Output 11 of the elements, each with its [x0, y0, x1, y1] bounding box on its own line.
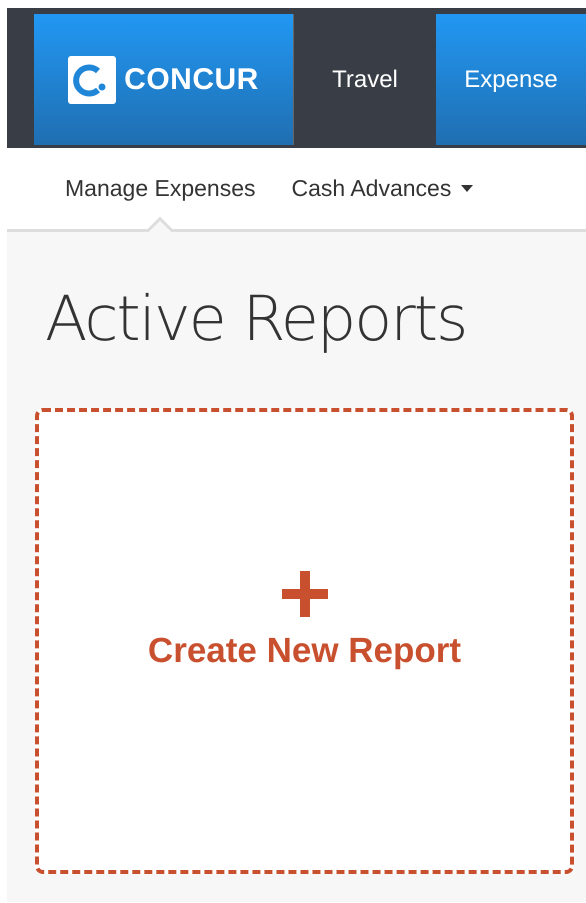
- plus-icon: [282, 571, 328, 618]
- nav-tab[interactable]: Expense: [436, 14, 586, 145]
- logo-panel[interactable]: CONCUR: [34, 14, 294, 145]
- nav-tab[interactable]: Travel: [294, 14, 436, 145]
- logo-icon: [68, 56, 116, 104]
- create-report-label: Create New Report: [148, 631, 462, 672]
- caret-icon: [461, 185, 474, 192]
- page-title: Active Reports: [45, 282, 466, 356]
- create-report-card[interactable]: Create New Report: [35, 408, 574, 874]
- logo-text: CONCUR: [124, 62, 259, 96]
- subnav-tab[interactable]: Cash Advances: [274, 148, 492, 229]
